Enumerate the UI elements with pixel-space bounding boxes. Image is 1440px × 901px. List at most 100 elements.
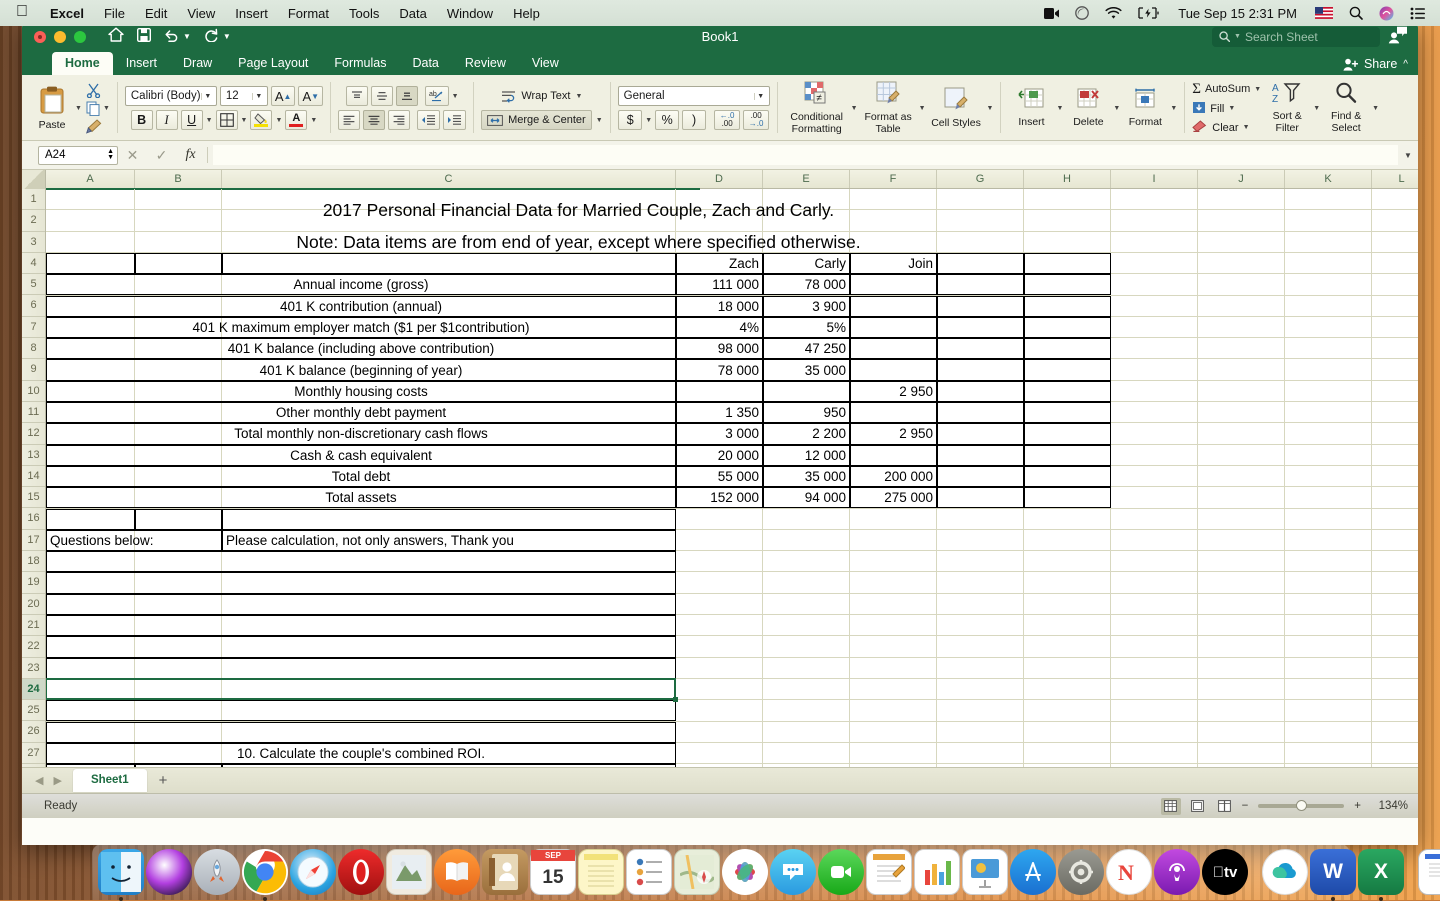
format-painter-button[interactable]	[86, 119, 102, 134]
calendar-icon[interactable]: SEP 15	[530, 849, 576, 895]
search-sheet-box[interactable]: ▼ Search Sheet	[1212, 27, 1380, 47]
column-header-L[interactable]: L	[1372, 170, 1418, 188]
zoom-slider[interactable]	[1258, 804, 1344, 808]
menu-item-data[interactable]: Data	[389, 6, 436, 21]
maps-icon[interactable]	[674, 849, 720, 895]
font-family-combo[interactable]: Calibri (Body) ▼	[125, 86, 217, 106]
share-button[interactable]: Share ^	[1343, 57, 1408, 75]
format-as-table-button[interactable]: Format as Table	[860, 81, 917, 135]
appstore-icon[interactable]	[1010, 849, 1056, 895]
paste-dropdown-icon[interactable]: ▼	[75, 105, 82, 112]
cell-carly-row-15[interactable]: 94 000	[763, 487, 850, 508]
align-middle-icon[interactable]	[371, 86, 393, 106]
cell-zach-row-11[interactable]: 1 350	[676, 402, 763, 423]
orientation-dropdown-icon[interactable]: ▼	[452, 93, 459, 100]
menu-item-view[interactable]: View	[177, 6, 225, 21]
row-header-1[interactable]: 1	[22, 189, 45, 210]
cell-header-zach[interactable]: Zach	[676, 253, 763, 274]
font-size-dropdown-icon[interactable]: ▼	[252, 93, 265, 100]
cell-zach-row-6[interactable]: 18 000	[676, 296, 763, 317]
row-header-17[interactable]: 17	[22, 530, 45, 551]
zoom-slider-knob[interactable]	[1296, 800, 1307, 811]
row-header-26[interactable]: 26	[22, 721, 45, 742]
siri-icon[interactable]	[1371, 6, 1402, 21]
ribbon-collapse-icon[interactable]: ^	[1403, 59, 1408, 70]
format-cells-dropdown-icon[interactable]: ▼	[1170, 105, 1177, 112]
battery-charging-icon[interactable]	[1130, 7, 1168, 19]
menu-item-help[interactable]: Help	[503, 6, 550, 21]
cell-join-row-9[interactable]	[850, 359, 937, 380]
control-center-icon[interactable]	[1402, 7, 1434, 20]
cell-label-row-10[interactable]: Monthly housing costs	[46, 381, 676, 402]
fill-color-dropdown-icon[interactable]: ▼	[275, 117, 282, 124]
close-button[interactable]	[34, 31, 46, 43]
row-header-23[interactable]: 23	[22, 658, 45, 679]
cell-carly-row-12[interactable]: 2 200	[763, 423, 850, 444]
pages-icon[interactable]	[866, 849, 912, 895]
format-as-table-dropdown-icon[interactable]: ▼	[919, 105, 926, 112]
cell-label-row-9[interactable]: 401 K balance (beginning of year)	[46, 359, 676, 380]
cell-label-row-15[interactable]: Total assets	[46, 487, 676, 508]
row-header-13[interactable]: 13	[22, 445, 45, 466]
name-box-stepper-icon[interactable]: ▲▼	[107, 149, 117, 162]
currency-format-button[interactable]: $	[618, 110, 642, 130]
customize-toolbar-icon[interactable]: ▼	[223, 32, 231, 41]
name-box[interactable]: A24 ▲▼	[38, 146, 118, 165]
align-left-icon[interactable]	[338, 110, 360, 130]
confirm-icon[interactable]: ✓	[147, 147, 176, 164]
cell-zach-row-12[interactable]: 3 000	[676, 423, 763, 444]
number-format-dropdown-icon[interactable]: ▼	[754, 93, 767, 100]
menu-item-format[interactable]: Format	[278, 6, 339, 21]
clear-button[interactable]: Clear ▼	[1192, 120, 1261, 136]
comma-format-button[interactable]: )	[682, 110, 706, 130]
cell-carly-row-13[interactable]: 12 000	[763, 445, 850, 466]
find-select-button[interactable]: Find & Select	[1326, 82, 1366, 134]
cell-header-carly[interactable]: Carly	[763, 253, 850, 274]
autosum-dropdown-icon[interactable]: ▼	[1254, 86, 1261, 93]
merge-center-button[interactable]: Merge & Center	[481, 110, 592, 130]
onedrive-icon[interactable]	[1262, 849, 1308, 895]
redo-icon[interactable]	[204, 28, 219, 46]
font-family-dropdown-icon[interactable]: ▼	[201, 93, 214, 100]
fill-dropdown-icon[interactable]: ▼	[1228, 105, 1235, 112]
cell-label-row-8[interactable]: 401 K balance (including above contribut…	[46, 338, 676, 359]
conditional-formatting-dropdown-icon[interactable]: ▼	[851, 105, 858, 112]
ibooks-icon[interactable]	[434, 849, 480, 895]
cell-join-row-6[interactable]	[850, 296, 937, 317]
menu-item-tools[interactable]: Tools	[339, 6, 389, 21]
row-header-7[interactable]: 7	[22, 317, 45, 338]
row-header-9[interactable]: 9	[22, 359, 45, 380]
cell-questions-note[interactable]: Please calculation, not only answers, Th…	[222, 530, 676, 551]
cell-join-row-5[interactable]	[850, 274, 937, 295]
insert-cells-button[interactable]: Insert	[1008, 88, 1054, 128]
decrease-decimal-button[interactable]: .00→.0	[743, 110, 769, 130]
row-header-11[interactable]: 11	[22, 402, 45, 423]
tab-home[interactable]: Home	[52, 52, 113, 75]
fill-handle[interactable]	[673, 697, 678, 702]
row-header-5[interactable]: 5	[22, 274, 45, 295]
underline-dropdown-icon[interactable]: ▼	[206, 117, 213, 124]
row-header-12[interactable]: 12	[22, 423, 45, 444]
cell-carly-row-9[interactable]: 35 000	[763, 359, 850, 380]
cell-questions-label[interactable]: Questions below:	[46, 530, 222, 551]
cell-label-row-12[interactable]: Total monthly non-discretionary cash flo…	[46, 423, 676, 444]
cell-label-row-5[interactable]: Annual income (gross)	[46, 274, 676, 295]
row-header-19[interactable]: 19	[22, 572, 45, 593]
column-header-C[interactable]: C	[222, 170, 676, 188]
excel-icon[interactable]: X	[1358, 849, 1404, 895]
prev-sheet-icon[interactable]: ◀	[30, 774, 48, 787]
normal-view-icon[interactable]	[1161, 798, 1181, 815]
column-header-F[interactable]: F	[850, 170, 937, 188]
row-header-15[interactable]: 15	[22, 487, 45, 508]
cell-carly-row-14[interactable]: 35 000	[763, 466, 850, 487]
cell-label-row-7[interactable]: 401 K maximum employer match ($1 per $1c…	[46, 317, 676, 338]
spotlight-search-icon[interactable]	[1341, 6, 1371, 20]
cell-join-row-14[interactable]: 200 000	[850, 466, 937, 487]
keynote-icon[interactable]	[962, 849, 1008, 895]
row-header-8[interactable]: 8	[22, 338, 45, 359]
cell-zach-row-15[interactable]: 152 000	[676, 487, 763, 508]
row-header-2[interactable]: 2	[22, 210, 45, 231]
row-header-21[interactable]: 21	[22, 615, 45, 636]
find-select-dropdown-icon[interactable]: ▼	[1372, 105, 1379, 112]
row-header-3[interactable]: 3	[22, 232, 45, 253]
